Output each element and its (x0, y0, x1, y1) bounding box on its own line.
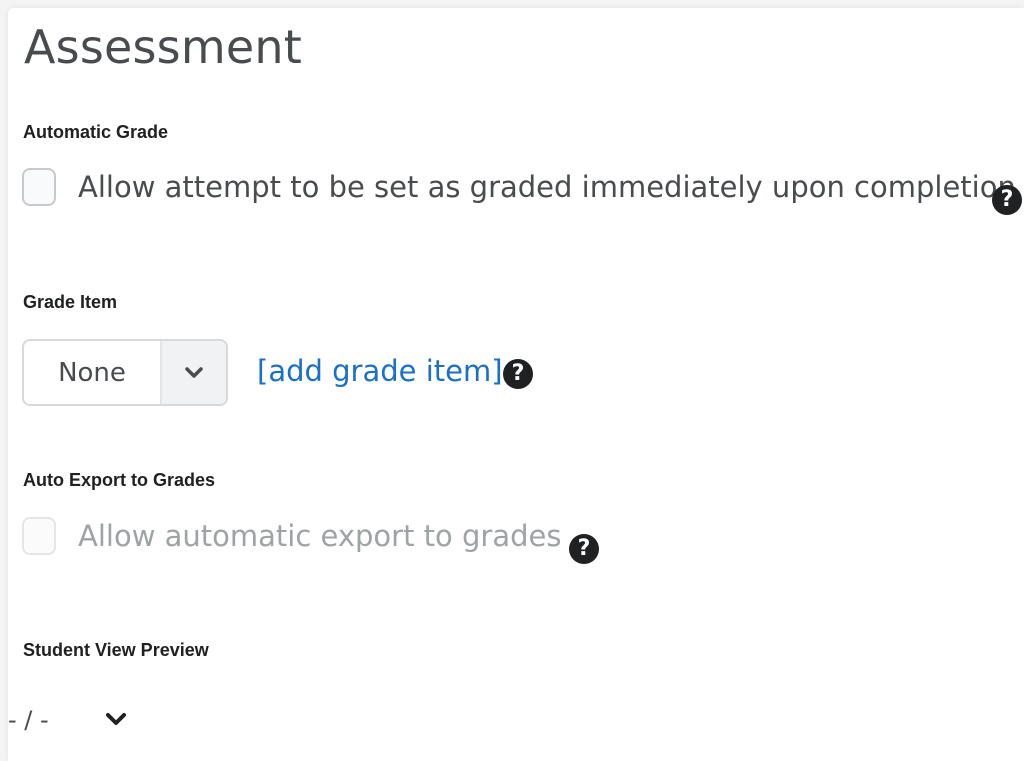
question-circle-icon[interactable]: ? (992, 185, 1022, 215)
student-view-preview-label: Student View Preview (23, 640, 209, 660)
automatic-grade-row: Allow attempt to be set as graded immedi… (22, 168, 1016, 206)
grade-item-selected-value: None (58, 357, 126, 388)
chevron-down-icon[interactable] (106, 712, 126, 731)
automatic-grade-label: Automatic Grade (23, 122, 169, 142)
chevron-down-icon (160, 341, 226, 404)
add-grade-item-link[interactable]: [add grade item] (257, 354, 503, 388)
question-circle-icon[interactable]: ? (569, 534, 599, 564)
auto-export-row: Allow automatic export to grades (22, 517, 561, 555)
auto-export-checkbox[interactable] (22, 517, 56, 555)
page-title: Assessment (24, 20, 302, 74)
grade-item-select[interactable]: None (22, 339, 228, 406)
auto-export-checkbox-label[interactable]: Allow automatic export to grades (78, 519, 561, 553)
automatic-grade-checkbox-label[interactable]: Allow attempt to be set as graded immedi… (78, 170, 1016, 204)
automatic-grade-checkbox[interactable] (22, 168, 56, 206)
question-circle-icon[interactable]: ? (503, 359, 533, 389)
student-view-preview-value: - / - (8, 706, 49, 734)
auto-export-label: Auto Export to Grades (23, 470, 216, 490)
assessment-panel: Assessment Automatic Grade Allow attempt… (8, 8, 1024, 761)
grade-item-label: Grade Item (23, 292, 118, 312)
